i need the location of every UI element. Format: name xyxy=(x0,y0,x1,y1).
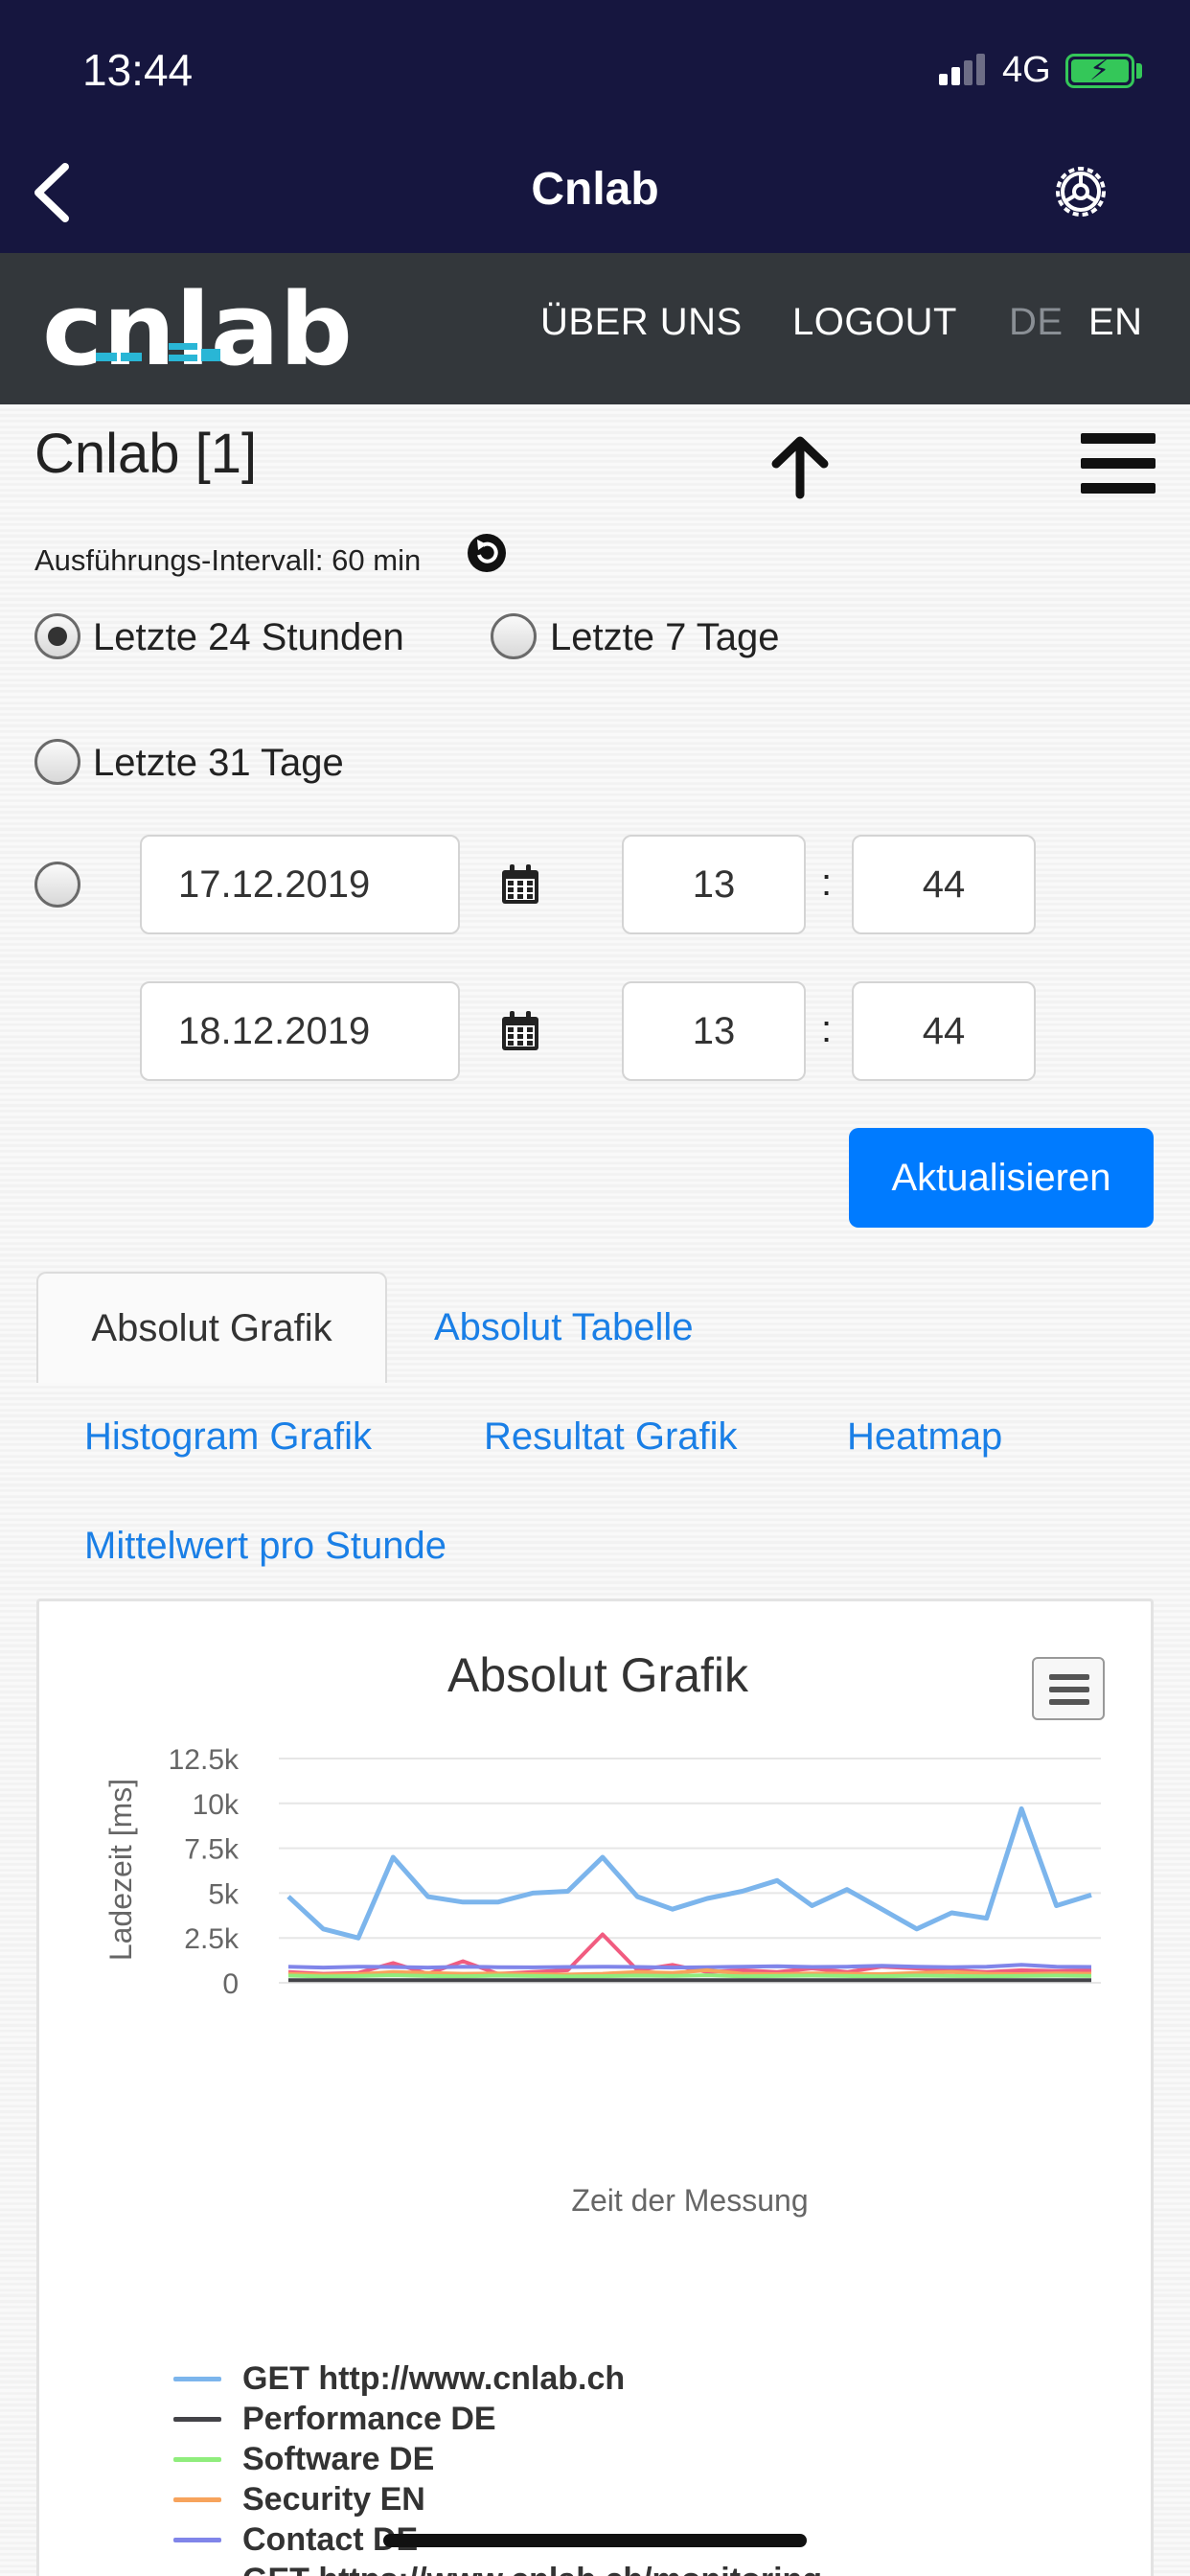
y-tick-label: 2.5k xyxy=(184,1923,240,1955)
to-date-field[interactable]: 18.12.2019 xyxy=(140,981,460,1081)
time-separator: : xyxy=(821,862,833,904)
legend-label: Software DE xyxy=(242,2440,435,2477)
arrow-up-icon[interactable] xyxy=(767,433,834,500)
refresh-button[interactable]: Aktualisieren xyxy=(849,1128,1154,1228)
legend-label: Performance DE xyxy=(242,2400,496,2437)
tab-absolut-grafik[interactable]: Absolut Grafik xyxy=(36,1272,387,1383)
legend-label: Security EN xyxy=(242,2480,425,2518)
radio-custom-range[interactable] xyxy=(34,862,80,908)
radio-label-last-24-hours: Letzte 24 Stunden xyxy=(93,616,404,658)
site-header: cnlab ÜBER UNS LOGOUT DE EN xyxy=(0,253,1190,404)
time-separator: : xyxy=(821,1008,833,1050)
tab-heatmap[interactable]: Heatmap xyxy=(847,1415,1002,1459)
from-date-field[interactable]: 17.12.2019 xyxy=(140,835,460,934)
nav-link-logout[interactable]: LOGOUT xyxy=(792,301,957,344)
y-tick-label: 10k xyxy=(193,1789,240,1821)
radio-label-last-7-days: Letzte 7 Tage xyxy=(550,616,780,658)
series-line xyxy=(287,1963,1092,1970)
status-bar: 13:44 4G ⚡ xyxy=(0,0,1190,134)
y-tick-label: 0 xyxy=(222,1968,239,2000)
app-title: Cnlab xyxy=(531,164,659,215)
legend-swatch xyxy=(173,2376,221,2381)
legend-swatch xyxy=(173,2537,221,2542)
page-title: Cnlab [1] xyxy=(34,423,258,485)
tab-absolut-tabelle[interactable]: Absolut Tabelle xyxy=(434,1306,694,1349)
y-tick-label: 12.5k xyxy=(169,1744,240,1776)
battery-charging-icon: ⚡ xyxy=(1065,54,1134,88)
legend-swatch xyxy=(173,2456,221,2462)
y-tick-label: 7.5k xyxy=(184,1834,240,1866)
hamburger-menu-icon[interactable] xyxy=(1081,433,1156,494)
gear-icon[interactable] xyxy=(1050,161,1111,222)
legend-label: GET https://www.cnlab.ch/monitoring xyxy=(242,2562,822,2576)
tab-resultat-grafik[interactable]: Resultat Grafik xyxy=(484,1415,738,1459)
status-time: 13:44 xyxy=(82,45,194,95)
x-axis-title: Zeit der Messung xyxy=(571,2183,808,2218)
svg-text:cnlab: cnlab xyxy=(42,284,353,376)
y-tick-label: 5k xyxy=(208,1878,240,1910)
line-chart: 12.5k 10k 7.5k 5k 2.5k 0 Ladezeit [ms] Zeit der… xyxy=(103,1744,1101,2218)
legend-item[interactable]: Performance DE xyxy=(173,2399,822,2439)
home-indicator xyxy=(383,2534,807,2547)
refresh-icon[interactable] xyxy=(466,532,508,574)
legend-swatch xyxy=(173,2416,221,2422)
chart-card: Absolut Grafik 12.5k 10k 7.5k 5k 2.5k 0 Ladeze… xyxy=(36,1598,1154,2576)
legend-item[interactable]: Software DE xyxy=(173,2439,822,2479)
calendar-icon[interactable] xyxy=(501,1011,539,1051)
radio-last-31-days[interactable] xyxy=(34,739,80,785)
tab-mittelwert-pro-stunde[interactable]: Mittelwert pro Stunde xyxy=(84,1525,446,1568)
to-minute-field[interactable]: 44 xyxy=(852,981,1036,1081)
series-line xyxy=(286,1806,1092,1941)
calendar-icon[interactable] xyxy=(501,864,539,905)
series-line xyxy=(287,1973,1092,1979)
language-en[interactable]: EN xyxy=(1088,301,1143,344)
execution-interval: Ausführungs-Intervall: 60 min xyxy=(34,543,422,577)
language-de[interactable]: DE xyxy=(1009,301,1064,344)
nav-link-ueber-uns[interactable]: ÜBER UNS xyxy=(540,301,743,344)
cellular-signal-icon xyxy=(939,53,987,85)
legend-swatch xyxy=(173,2496,221,2502)
radio-label-last-31-days: Letzte 31 Tage xyxy=(93,742,344,784)
legend-label: GET http://www.cnlab.ch xyxy=(242,2359,626,2397)
network-type: 4G xyxy=(1002,50,1051,90)
radio-last-24-hours[interactable] xyxy=(34,613,80,659)
battery-tip xyxy=(1136,63,1142,79)
cnlab-logo[interactable]: cnlab xyxy=(42,284,358,376)
app-navbar: Cnlab xyxy=(0,134,1190,253)
y-axis-title: Ladezeit [ms] xyxy=(103,1779,138,1961)
from-minute-field[interactable]: 44 xyxy=(852,835,1036,934)
legend-item[interactable]: Security EN xyxy=(173,2479,822,2519)
from-hour-field[interactable]: 13 xyxy=(622,835,806,934)
legend-item[interactable]: GET http://www.cnlab.ch xyxy=(173,2358,822,2399)
tab-histogram-grafik[interactable]: Histogram Grafik xyxy=(84,1415,372,1459)
legend-item[interactable]: GET https://www.cnlab.ch/monitoring xyxy=(173,2560,822,2576)
to-hour-field[interactable]: 13 xyxy=(622,981,806,1081)
radio-last-7-days[interactable] xyxy=(491,613,537,659)
